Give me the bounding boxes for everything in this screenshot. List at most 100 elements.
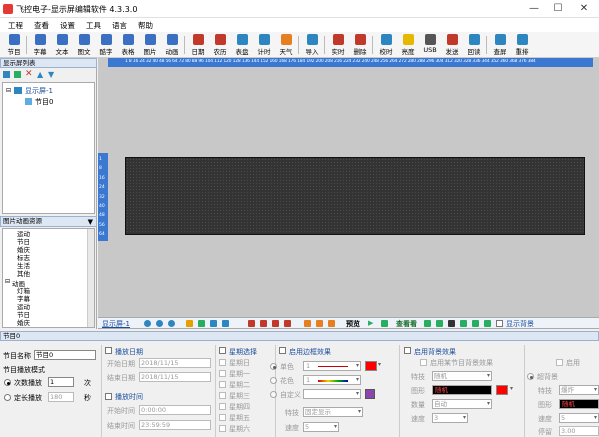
led-screen-preview[interactable] bbox=[125, 157, 585, 235]
weekday-item[interactable]: 星期一 bbox=[219, 369, 271, 379]
single-color-dropdown[interactable]: 1 bbox=[303, 361, 361, 371]
toolbar-button[interactable]: 导入 bbox=[301, 33, 323, 57]
tree-collapse-icon[interactable]: ⊟ bbox=[5, 278, 10, 285]
custom-radio[interactable] bbox=[270, 391, 277, 398]
times-input[interactable]: 1 bbox=[48, 377, 74, 387]
end-date-input[interactable]: 2018/11/15 bbox=[139, 372, 211, 382]
toolbar-button[interactable]: 天气 bbox=[275, 33, 297, 57]
toolbar-button[interactable]: 删除 bbox=[349, 33, 371, 57]
list-item[interactable]: 字幕 bbox=[17, 295, 30, 303]
menu-tools[interactable]: 工具 bbox=[86, 20, 101, 31]
view-all-button[interactable]: 查看看 bbox=[396, 319, 417, 329]
bg-color-swatch[interactable] bbox=[496, 385, 508, 395]
menu-language[interactable]: 语言 bbox=[112, 20, 127, 31]
play-icon[interactable]: ▶ bbox=[368, 319, 373, 327]
show-bg-checkbox[interactable] bbox=[496, 320, 503, 327]
prev-icon[interactable] bbox=[436, 320, 443, 327]
toolbar-button[interactable]: 实时 bbox=[327, 33, 349, 57]
play-date-checkbox[interactable] bbox=[105, 347, 112, 354]
end-time-input[interactable]: 23:59:59 bbox=[139, 420, 211, 430]
menu-view[interactable]: 查看 bbox=[34, 20, 49, 31]
bg-count-dropdown[interactable]: 自动 bbox=[432, 399, 492, 409]
weekday-checkbox[interactable] bbox=[219, 370, 226, 377]
toolbar-button[interactable]: 文本 bbox=[51, 33, 73, 57]
weekday-item[interactable]: 星期六 bbox=[219, 424, 271, 434]
weekday-checkbox[interactable] bbox=[219, 403, 226, 410]
toolbar-button[interactable]: 节目 bbox=[3, 33, 25, 57]
move-up-icon[interactable] bbox=[210, 320, 217, 327]
weekday-item[interactable]: 星期四 bbox=[219, 402, 271, 412]
toolbar-button[interactable]: 酷字 bbox=[95, 33, 117, 57]
zoom-out-icon[interactable] bbox=[156, 320, 163, 327]
tree-collapse-icon[interactable]: ⊟ bbox=[6, 87, 11, 94]
toolbar-button[interactable]: 字幕 bbox=[29, 33, 51, 57]
chevron-down-icon[interactable]: ▼ bbox=[88, 218, 93, 226]
move-left-icon[interactable] bbox=[186, 320, 193, 327]
list-item[interactable]: 节日 bbox=[17, 238, 30, 246]
border-color-swatch[interactable] bbox=[365, 361, 377, 371]
tree-program[interactable]: 节目0 bbox=[35, 97, 53, 107]
start-date-input[interactable]: 2018/11/15 bbox=[139, 358, 211, 368]
bg-effect-dropdown[interactable]: 随机 bbox=[432, 371, 492, 381]
weekday-item[interactable]: 星期三 bbox=[219, 391, 271, 401]
add-screen-icon[interactable] bbox=[3, 71, 10, 78]
toolbar-button[interactable]: 图片 bbox=[139, 33, 161, 57]
menu-settings[interactable]: 设置 bbox=[60, 20, 75, 31]
right-speed-dropdown[interactable]: 5 bbox=[559, 413, 599, 423]
loop-icon[interactable] bbox=[484, 320, 491, 327]
move-up-icon[interactable]: ▲ bbox=[37, 70, 43, 79]
stretch-h-icon[interactable] bbox=[304, 320, 311, 327]
list-item[interactable]: 生活 bbox=[17, 262, 30, 270]
toolbar-button[interactable]: 动画 bbox=[161, 33, 183, 57]
fixed-play-radio[interactable] bbox=[4, 394, 11, 401]
program-name-input[interactable]: 节目0 bbox=[34, 350, 96, 360]
list-item[interactable]: 运动 bbox=[17, 303, 30, 311]
align-left-icon[interactable] bbox=[248, 320, 255, 327]
weekday-item[interactable]: 星期二 bbox=[219, 380, 271, 390]
border-effect-checkbox[interactable] bbox=[279, 347, 286, 354]
menu-project[interactable]: 工程 bbox=[8, 20, 23, 31]
list-item[interactable]: 其他 bbox=[17, 270, 30, 278]
list-item[interactable]: 节日 bbox=[17, 311, 30, 319]
delete-icon[interactable]: ✕ bbox=[25, 70, 33, 79]
flower-color-radio[interactable] bbox=[270, 377, 277, 384]
toolbar-button[interactable]: 日期 bbox=[187, 33, 209, 57]
speed-dropdown[interactable]: 5 bbox=[303, 422, 339, 432]
enable-checkbox[interactable] bbox=[556, 359, 563, 366]
next-icon[interactable] bbox=[460, 320, 467, 327]
last-icon[interactable] bbox=[472, 320, 479, 327]
weekday-checkbox[interactable] bbox=[219, 381, 226, 388]
full-screen-icon[interactable] bbox=[328, 320, 335, 327]
weekday-checkbox[interactable] bbox=[219, 392, 226, 399]
super-bg-radio[interactable] bbox=[527, 373, 534, 380]
zoom-fit-icon[interactable] bbox=[168, 320, 175, 327]
stop-icon[interactable] bbox=[381, 320, 388, 327]
right-pattern-dropdown[interactable]: 随机 bbox=[559, 399, 599, 409]
toolbar-button[interactable]: 表盘 bbox=[231, 33, 253, 57]
list-item[interactable]: 灯箱 bbox=[17, 287, 30, 295]
toolbar-button[interactable]: 图文 bbox=[73, 33, 95, 57]
toolbar-button[interactable]: 查屏 bbox=[489, 33, 511, 57]
start-time-input[interactable]: 0:00:00 bbox=[139, 405, 211, 415]
minimize-button[interactable]: — bbox=[527, 2, 541, 16]
play-time-checkbox[interactable] bbox=[105, 393, 112, 400]
move-down-icon[interactable]: ▼ bbox=[48, 70, 54, 79]
bg-pattern-dropdown[interactable]: 随机 bbox=[432, 385, 492, 395]
maximize-button[interactable]: ☐ bbox=[551, 2, 565, 16]
tree-screen[interactable]: 显示屏-1 bbox=[25, 86, 53, 96]
align-right-icon[interactable] bbox=[260, 320, 267, 327]
menu-help[interactable]: 帮助 bbox=[138, 20, 153, 31]
toolbar-button[interactable]: USB bbox=[419, 33, 441, 57]
pause-icon[interactable] bbox=[448, 320, 455, 327]
zoom-in-icon[interactable] bbox=[144, 320, 151, 327]
effect-dropdown[interactable]: 固定显示 bbox=[303, 407, 363, 417]
weekday-checkbox[interactable] bbox=[219, 359, 226, 366]
preview-button[interactable]: 预览 bbox=[346, 319, 360, 329]
toolbar-button[interactable]: 表格 bbox=[117, 33, 139, 57]
week-select-checkbox[interactable] bbox=[219, 347, 226, 354]
toolbar-button[interactable]: 计时 bbox=[253, 33, 275, 57]
bg-program-checkbox[interactable] bbox=[420, 359, 427, 366]
scrollbar[interactable] bbox=[87, 229, 94, 327]
toolbar-button[interactable]: 农历 bbox=[209, 33, 231, 57]
palette-icon[interactable] bbox=[365, 389, 375, 399]
